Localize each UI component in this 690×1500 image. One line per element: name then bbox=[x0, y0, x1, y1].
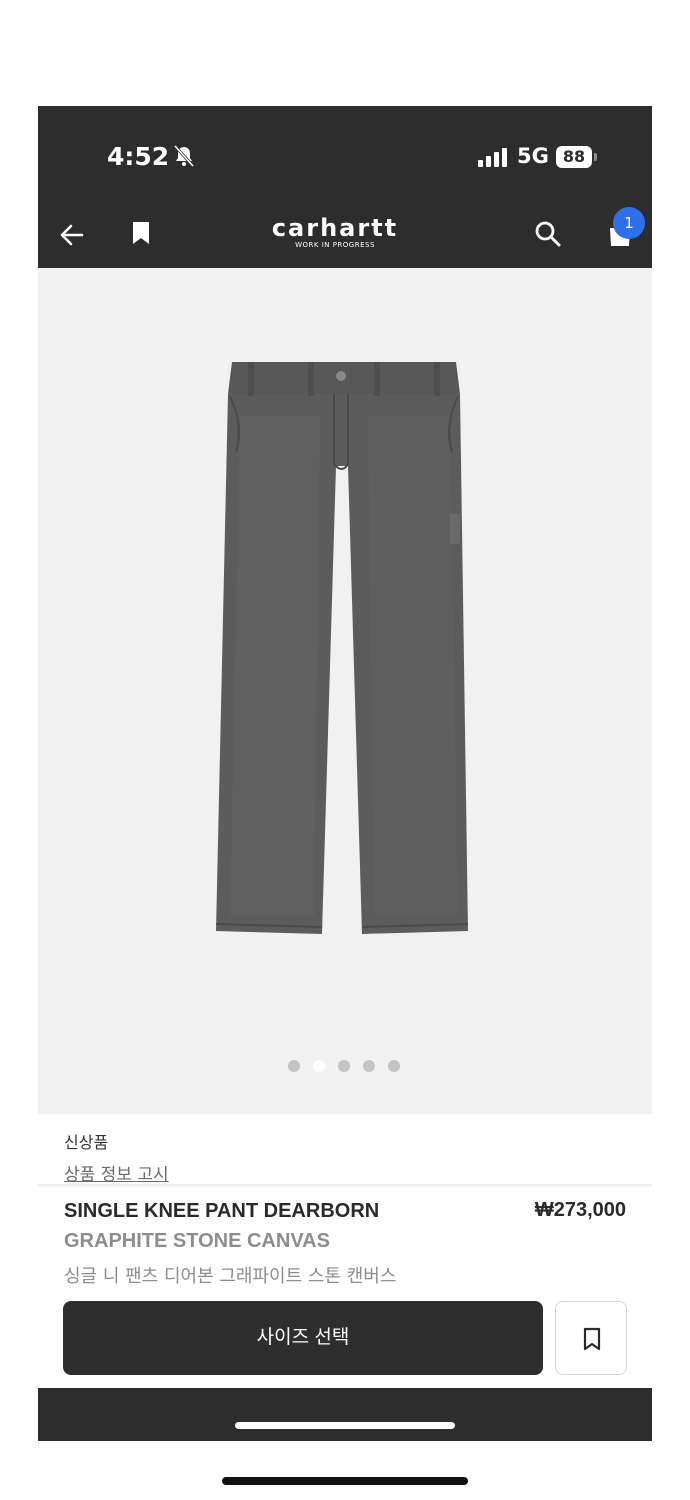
brand-logo[interactable]: carhartt WORK IN PROGRESS bbox=[255, 216, 415, 249]
outer-home-indicator[interactable] bbox=[222, 1477, 468, 1485]
select-size-button[interactable]: 사이즈 선택 bbox=[63, 1301, 543, 1375]
pager-dot[interactable] bbox=[338, 1060, 350, 1072]
wishlist-button[interactable] bbox=[555, 1301, 627, 1375]
bell-slash-icon bbox=[173, 144, 195, 168]
product-notice-link[interactable]: 상품 정보 고시 bbox=[64, 1160, 169, 1185]
battery-indicator: 88 bbox=[556, 146, 592, 168]
search-icon[interactable] bbox=[532, 218, 564, 250]
product-price: ₩273,000 bbox=[534, 1199, 626, 1221]
pager-dot[interactable] bbox=[363, 1060, 375, 1072]
app-header: carhartt WORK IN PROGRESS bbox=[38, 202, 652, 268]
product-image-gallery[interactable] bbox=[38, 268, 652, 1114]
cellular-signal-icon bbox=[478, 148, 507, 167]
pager-dot[interactable] bbox=[288, 1060, 300, 1072]
cart-count-badge: 1 bbox=[613, 207, 645, 239]
sheet-divider bbox=[38, 1184, 652, 1188]
battery-tip bbox=[594, 153, 597, 161]
pants-product-image[interactable] bbox=[210, 356, 480, 946]
status-time: 4:52 bbox=[107, 142, 170, 171]
bookmark-icon[interactable] bbox=[128, 218, 154, 248]
bookmark-outline-icon bbox=[583, 1327, 601, 1351]
bottom-bar bbox=[38, 1388, 652, 1441]
image-pager[interactable] bbox=[288, 1060, 408, 1074]
back-arrow-icon[interactable] bbox=[56, 220, 88, 250]
new-arrival-tag: 신상품 bbox=[64, 1133, 109, 1152]
pager-dot[interactable] bbox=[388, 1060, 400, 1072]
home-indicator[interactable] bbox=[235, 1422, 455, 1429]
brand-tagline: WORK IN PROGRESS bbox=[295, 241, 375, 249]
product-color: GRAPHITE STONE CANVAS bbox=[64, 1230, 330, 1252]
pager-dot[interactable] bbox=[313, 1060, 325, 1072]
product-name-korean: 싱글 니 팬츠 디어본 그래파이트 스톤 캔버스 bbox=[64, 1266, 397, 1287]
phone-screen: 4:52 5G 88 carhartt WORK IN PROGRESS 1 신… bbox=[38, 106, 652, 1441]
product-name: SINGLE KNEE PANT DEARBORN bbox=[64, 1200, 380, 1222]
product-info-header: 신상품 상품 정보 고시 bbox=[38, 1114, 652, 1186]
network-type: 5G bbox=[517, 144, 549, 168]
brand-name: carhartt bbox=[271, 214, 399, 242]
status-bar: 4:52 5G 88 bbox=[38, 106, 652, 202]
